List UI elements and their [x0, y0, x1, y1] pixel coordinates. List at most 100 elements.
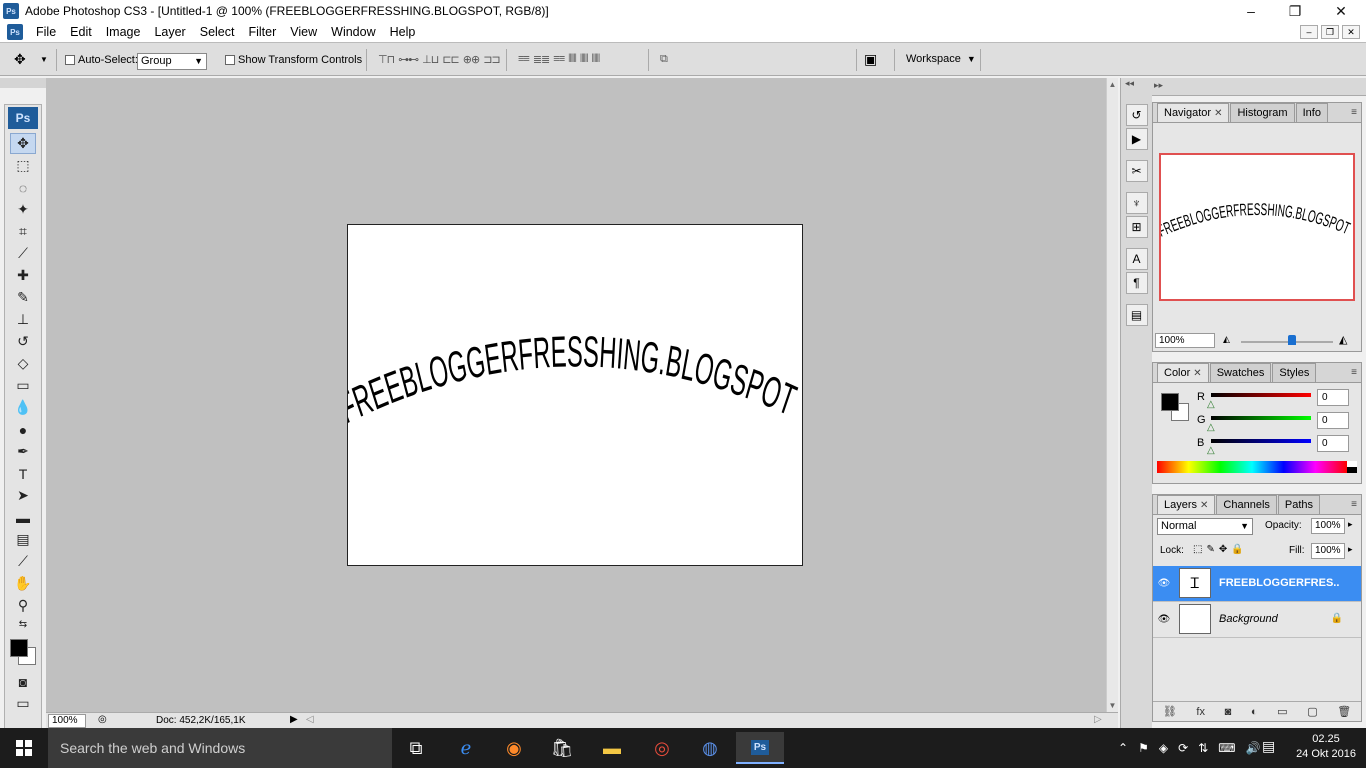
bridge-icon[interactable]: ▣: [864, 51, 877, 68]
align-vcenter-icon[interactable]: ⊶⊷: [398, 53, 419, 66]
green-value-input[interactable]: 0: [1317, 412, 1349, 429]
volume-icon[interactable]: 🔊: [1246, 741, 1261, 755]
align-left-icon[interactable]: ⊏⊏: [442, 53, 459, 66]
menu-edit[interactable]: Edit: [63, 25, 99, 39]
menu-select[interactable]: Select: [193, 25, 242, 39]
zoom-out-icon[interactable]: ◭: [1223, 334, 1230, 345]
blend-mode-dropdown[interactable]: Normal ▼: [1157, 518, 1253, 535]
tab-color[interactable]: Color ✕: [1157, 363, 1209, 382]
scroll-right-icon[interactable]: ▷: [1094, 714, 1102, 725]
paragraph-panel-icon[interactable]: ¶: [1125, 272, 1148, 294]
layer-row-text[interactable]: 👁 Ꮖ FREEBLOGGERFRES...: [1153, 566, 1361, 602]
slice-tool-icon[interactable]: ⟋: [10, 243, 36, 264]
distribute-right-icon[interactable]: ⦀⦀: [592, 53, 601, 66]
align-bottom-icon[interactable]: ⊥⊔: [422, 53, 439, 66]
align-right-icon[interactable]: ⊐⊐: [483, 53, 500, 66]
zoom-in-icon[interactable]: ◭: [1339, 333, 1347, 346]
status-info-icon[interactable]: ◎: [98, 714, 107, 725]
tab-histogram[interactable]: Histogram: [1230, 103, 1295, 122]
tool-presets-icon[interactable]: ✂: [1125, 160, 1148, 182]
magic-wand-tool-icon[interactable]: ✦: [10, 199, 36, 220]
action-center-icon[interactable]: ▤: [1262, 738, 1275, 755]
network-icon[interactable]: ⇅: [1198, 741, 1208, 755]
actions-panel-icon[interactable]: ▶: [1125, 128, 1148, 150]
type-tool-icon[interactable]: T: [10, 463, 36, 484]
marquee-tool-icon[interactable]: ⬚: [10, 155, 36, 176]
fill-input[interactable]: 100%: [1311, 543, 1345, 559]
tab-channels[interactable]: Channels: [1216, 495, 1277, 514]
chevron-down-icon[interactable]: ▼: [40, 55, 48, 64]
menu-image[interactable]: Image: [99, 25, 148, 39]
edge-browser-icon[interactable]: ℯ: [442, 732, 490, 764]
distribute-bottom-icon[interactable]: ≡≡: [553, 53, 565, 66]
align-top-icon[interactable]: ⊤⊓: [378, 53, 395, 66]
photoshop-taskbar-icon[interactable]: Ps: [736, 732, 784, 764]
file-explorer-icon[interactable]: ▬: [588, 732, 636, 764]
screen-mode-icon[interactable]: ▭: [10, 693, 36, 714]
menu-file[interactable]: File: [29, 25, 63, 39]
brush-tool-icon[interactable]: ✎: [10, 287, 36, 308]
tray-expand-icon[interactable]: ⌃: [1118, 741, 1128, 755]
opacity-arrow-icon[interactable]: ▸: [1348, 519, 1353, 530]
clone-source-icon[interactable]: ⊞: [1125, 216, 1148, 238]
menu-view[interactable]: View: [283, 25, 324, 39]
toolbox-grip[interactable]: [0, 78, 46, 88]
brushes-panel-icon[interactable]: ♆: [1125, 192, 1148, 214]
minimize-button[interactable]: –: [1228, 0, 1274, 22]
blue-slider[interactable]: [1211, 439, 1311, 443]
scroll-down-icon[interactable]: ▼: [1107, 701, 1118, 710]
doc-restore-button[interactable]: ❐: [1321, 25, 1339, 39]
photoshop-logo[interactable]: Ps: [8, 107, 38, 129]
zoom-tool-icon[interactable]: ⚲: [10, 595, 36, 616]
move-tool-preset-icon[interactable]: ✥: [14, 51, 26, 68]
expand-panels-icon[interactable]: ▸▸: [1154, 80, 1163, 91]
blue-value-input[interactable]: 0: [1317, 435, 1349, 452]
menu-window[interactable]: Window: [324, 25, 382, 39]
color-spectrum-bar[interactable]: [1157, 461, 1347, 473]
blur-tool-icon[interactable]: 💧: [10, 397, 36, 418]
tab-layers[interactable]: Layers ✕: [1157, 495, 1216, 514]
lasso-tool-icon[interactable]: ◌: [10, 177, 36, 198]
menu-layer[interactable]: Layer: [147, 25, 192, 39]
navigator-zoom-field[interactable]: 100%: [1155, 333, 1215, 348]
panel-menu-icon[interactable]: ≡: [1351, 499, 1357, 510]
history-brush-icon[interactable]: ↺: [10, 331, 36, 352]
eye-icon[interactable]: 👁: [1157, 576, 1171, 590]
maximize-button[interactable]: ❐: [1272, 0, 1318, 22]
auto-select-dropdown[interactable]: Group ▼: [137, 53, 207, 70]
red-slider-handle-icon[interactable]: △: [1207, 399, 1215, 410]
close-icon[interactable]: ✕: [1200, 500, 1208, 511]
app-3g-icon[interactable]: ◍: [686, 732, 734, 764]
show-transform-checkbox[interactable]: [225, 55, 235, 65]
swap-colors-icon[interactable]: ⇆: [10, 617, 36, 631]
navigator-preview[interactable]: FREEBLOGGERFRESSHING.BLOGSPOT: [1155, 153, 1355, 301]
adjustment-layer-icon[interactable]: ◐: [1251, 706, 1258, 718]
distribute-left-icon[interactable]: ⦀⦀: [568, 53, 577, 66]
opacity-input[interactable]: 100%: [1311, 518, 1345, 534]
menu-help[interactable]: Help: [383, 25, 423, 39]
menu-filter[interactable]: Filter: [241, 25, 283, 39]
notes-tool-icon[interactable]: ▤: [10, 529, 36, 550]
delete-layer-icon[interactable]: 🗑: [1337, 705, 1351, 718]
start-button[interactable]: [0, 728, 48, 768]
taskbar-clock[interactable]: 02.25 24 Okt 2016: [1296, 732, 1356, 762]
status-menu-arrow-icon[interactable]: ▶: [290, 714, 298, 725]
history-panel-icon[interactable]: ↺: [1125, 104, 1148, 126]
distribute-top-icon[interactable]: ≡≡: [518, 53, 530, 66]
panel-menu-icon[interactable]: ≡: [1351, 367, 1357, 378]
collapse-dock-icon[interactable]: ◂◂: [1121, 78, 1152, 96]
document-canvas[interactable]: FREEBLOGGERFRESSHING.BLOGSPOT: [347, 224, 803, 566]
eyedropper-tool-icon[interactable]: ⟋: [10, 551, 36, 572]
close-icon[interactable]: ✕: [1193, 368, 1201, 379]
tab-swatches[interactable]: Swatches: [1209, 363, 1272, 382]
navigator-zoom-knob[interactable]: [1287, 335, 1296, 345]
layer-row-background[interactable]: 👁 Background 🔒: [1153, 602, 1361, 638]
tab-paths[interactable]: Paths: [1277, 495, 1321, 514]
tab-navigator[interactable]: Navigator ✕: [1157, 103, 1230, 122]
quick-mask-icon[interactable]: ◙: [10, 671, 36, 692]
red-value-input[interactable]: 0: [1317, 389, 1349, 406]
store-icon[interactable]: 🛍: [538, 732, 586, 764]
eye-icon[interactable]: 👁: [1157, 612, 1171, 626]
auto-select-checkbox[interactable]: [65, 55, 75, 65]
layer-comps-icon[interactable]: ▤: [1125, 304, 1148, 326]
